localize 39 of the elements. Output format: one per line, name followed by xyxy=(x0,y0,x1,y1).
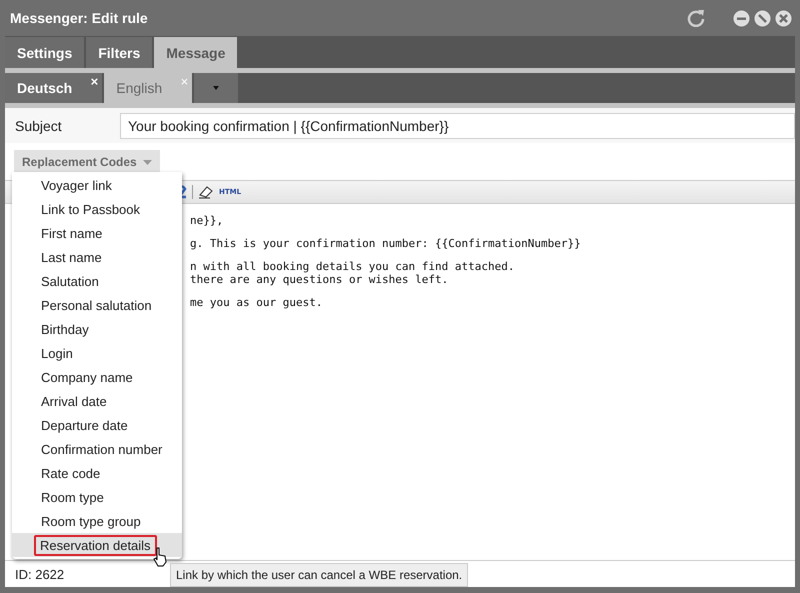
editor-text-line: ne}}, xyxy=(190,214,224,227)
refresh-icon[interactable] xyxy=(687,9,705,27)
menu-item[interactable]: Departure date xyxy=(41,418,128,432)
menu-item[interactable]: Salutation xyxy=(41,274,99,288)
restore-icon[interactable] xyxy=(754,10,771,26)
editor-text-line: me you as our guest. xyxy=(190,296,324,309)
menu-item[interactable]: Room type xyxy=(41,490,104,504)
close-icon[interactable] xyxy=(775,10,792,26)
menu-item[interactable]: Voyager link xyxy=(41,178,112,192)
menu-item[interactable]: Reservation details xyxy=(34,534,157,556)
minimize-icon[interactable] xyxy=(733,10,750,26)
eraser-icon[interactable] xyxy=(198,185,214,199)
menu-item[interactable]: Arrival date xyxy=(41,394,107,408)
replacement-codes-button[interactable]: Replacement Codes xyxy=(14,150,160,174)
menu-item[interactable]: Birthday xyxy=(41,322,89,336)
close-tab-button[interactable]: × xyxy=(90,74,98,89)
editor-text-line: n with all booking details you can find attached. xyxy=(190,260,516,273)
tab[interactable]: Message xyxy=(154,37,238,68)
menu-item[interactable]: Confirmation number xyxy=(41,442,162,456)
menu-item[interactable]: Login xyxy=(41,346,73,360)
language-tab[interactable]: Deutsch × xyxy=(5,73,102,103)
menu-item[interactable]: Room type group xyxy=(41,514,141,528)
caret-icon xyxy=(142,160,152,164)
editor-text-line: there are any questions or wishes left. xyxy=(190,273,450,286)
tooltip: Link by which the user can cancel a WBE reservation. xyxy=(170,563,468,587)
tab[interactable]: Settings xyxy=(5,37,84,68)
menu-item[interactable]: First name xyxy=(41,226,102,240)
menu-item[interactable]: Rate code xyxy=(41,466,100,480)
menu-item[interactable]: Last name xyxy=(41,250,102,264)
window-title: Messenger: Edit rule xyxy=(10,10,148,26)
menu-item[interactable]: Link to Passbook xyxy=(41,202,140,216)
subject-label: Subject xyxy=(15,118,63,134)
tab[interactable]: Filters xyxy=(86,37,152,68)
menu-item[interactable]: Personal salutation xyxy=(41,298,152,312)
menu-item[interactable]: Company name xyxy=(41,370,133,384)
caret-icon xyxy=(213,86,220,90)
subject-field[interactable]: Your booking confirmation | {{ConfirmationNumber}} xyxy=(120,113,795,139)
id-label: ID: 2622 xyxy=(15,566,64,582)
editor-text-line: g. This is your confirmation number: {{ConfirmationNumber}} xyxy=(190,237,582,250)
